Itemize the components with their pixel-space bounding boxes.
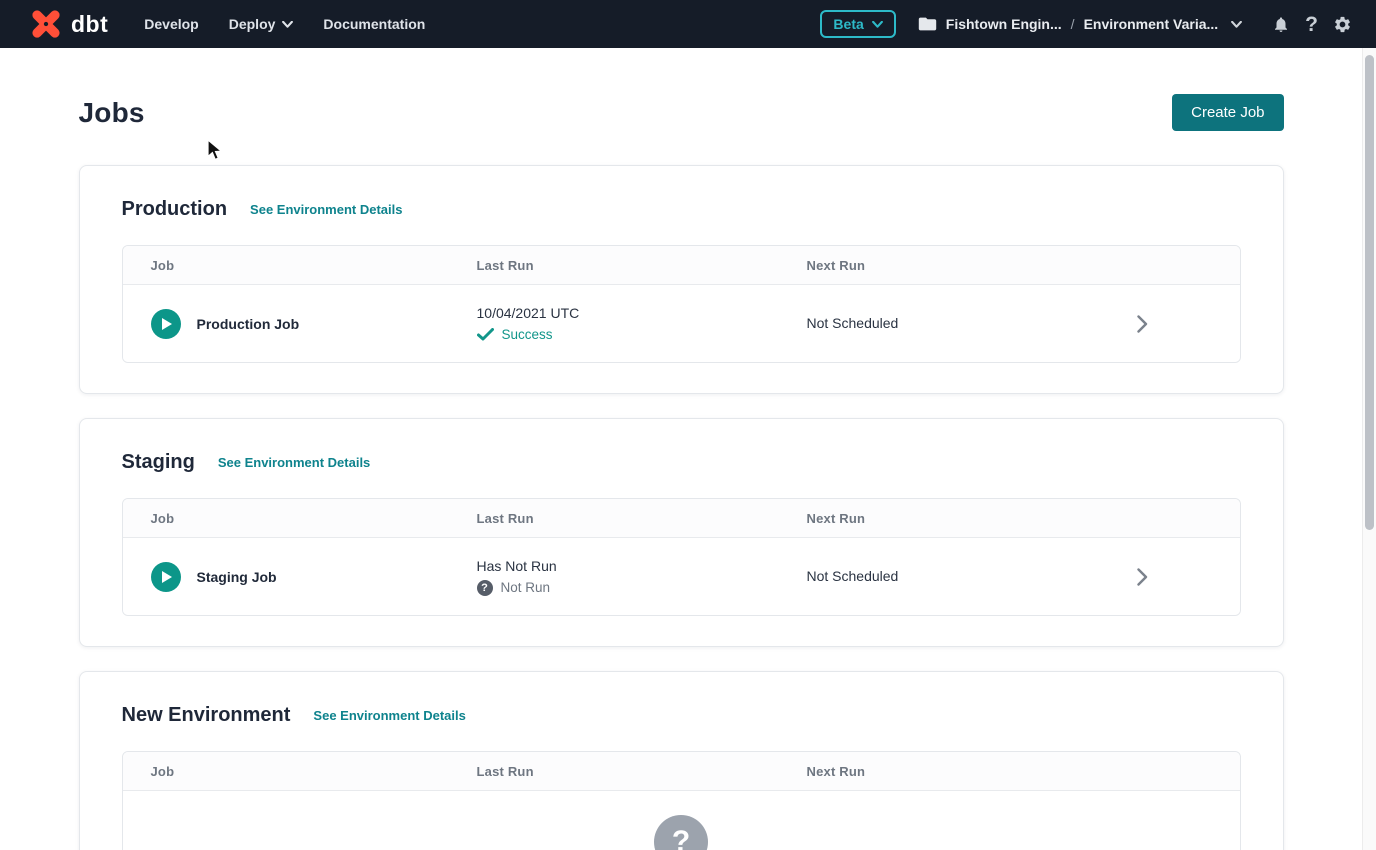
job-name: Production Job <box>197 316 300 332</box>
column-header-job: Job <box>123 764 477 779</box>
main-content: Jobs Create Job Production See Environme… <box>0 48 1362 850</box>
breadcrumb-current: Environment Varia... <box>1084 16 1219 32</box>
nav-develop-label: Develop <box>144 16 198 32</box>
status-badge: Success <box>502 327 553 342</box>
table-header-row: Job Last Run Next Run <box>123 752 1240 791</box>
last-run-date: 10/04/2021 UTC <box>477 305 807 321</box>
dbt-brand[interactable]: dbt <box>28 6 108 42</box>
column-header-next-run: Next Run <box>807 511 1045 526</box>
status-badge: Not Run <box>501 580 551 595</box>
nav-deploy[interactable]: Deploy <box>229 16 294 32</box>
next-run-value: Not Scheduled <box>807 568 899 584</box>
beta-dropdown[interactable]: Beta <box>820 10 895 38</box>
nav-documentation[interactable]: Documentation <box>323 16 425 32</box>
question-circle-icon: ? <box>477 580 493 596</box>
run-job-button[interactable] <box>151 562 181 592</box>
main-navigation: Develop Deploy Documentation <box>144 16 425 32</box>
job-row-staging-job[interactable]: Staging Job Has Not Run ? Not Run Not Sc… <box>123 538 1240 615</box>
beta-label: Beta <box>833 16 863 32</box>
topbar-icons: ? <box>1272 14 1352 35</box>
brand-name: dbt <box>71 11 108 38</box>
check-icon <box>477 328 494 341</box>
create-job-button[interactable]: Create Job <box>1172 94 1283 131</box>
jobs-table: Job Last Run Next Run Production Job 10/… <box>122 245 1241 363</box>
environment-card-production: Production See Environment Details Job L… <box>79 165 1284 394</box>
environment-name: Production <box>122 198 228 221</box>
see-environment-details-link[interactable]: See Environment Details <box>313 708 465 723</box>
column-header-next-run: Next Run <box>807 764 1045 779</box>
folder-icon <box>918 16 937 32</box>
breadcrumb[interactable]: Fishtown Engin... / Environment Varia... <box>918 16 1242 32</box>
scrollbar-thumb[interactable] <box>1365 55 1374 530</box>
empty-state: ? <box>123 791 1240 850</box>
environment-card-staging: Staging See Environment Details Job Last… <box>79 418 1284 647</box>
column-header-last-run: Last Run <box>477 511 807 526</box>
column-header-next-run: Next Run <box>807 258 1045 273</box>
column-header-last-run: Last Run <box>477 764 807 779</box>
environment-card-new-environment: New Environment See Environment Details … <box>79 671 1284 850</box>
jobs-table: Job Last Run Next Run Staging Job Has No… <box>122 498 1241 616</box>
settings-button[interactable] <box>1333 15 1352 34</box>
topbar-right: Beta Fishtown Engin... / Environment Var… <box>820 10 1352 38</box>
column-header-job: Job <box>123 511 477 526</box>
help-button[interactable]: ? <box>1305 14 1318 35</box>
nav-documentation-label: Documentation <box>323 16 425 32</box>
chevron-right-icon[interactable] <box>1137 315 1148 333</box>
job-row-production-job[interactable]: Production Job 10/04/2021 UTC Success No… <box>123 285 1240 362</box>
last-run-date: Has Not Run <box>477 558 807 574</box>
breadcrumb-separator: / <box>1071 16 1075 32</box>
top-navbar: dbt Develop Deploy Documentation Beta Fi… <box>0 0 1376 48</box>
run-job-button[interactable] <box>151 309 181 339</box>
question-mark-icon: ? <box>1305 14 1318 35</box>
see-environment-details-link[interactable]: See Environment Details <box>218 455 370 470</box>
breadcrumb-account: Fishtown Engin... <box>946 16 1062 32</box>
jobs-table: Job Last Run Next Run ? <box>122 751 1241 850</box>
column-header-last-run: Last Run <box>477 258 807 273</box>
column-header-job: Job <box>123 258 477 273</box>
nav-deploy-label: Deploy <box>229 16 276 32</box>
environment-name: New Environment <box>122 704 291 727</box>
gear-icon <box>1333 15 1352 34</box>
environment-name: Staging <box>122 451 195 474</box>
chevron-down-icon <box>282 21 293 28</box>
table-header-row: Job Last Run Next Run <box>123 246 1240 285</box>
page-header: Jobs Create Job <box>79 94 1284 131</box>
question-circle-icon: ? <box>654 815 708 850</box>
notifications-button[interactable] <box>1272 15 1290 34</box>
play-icon <box>162 571 172 583</box>
next-run-value: Not Scheduled <box>807 315 899 331</box>
table-header-row: Job Last Run Next Run <box>123 499 1240 538</box>
page-title: Jobs <box>79 97 145 129</box>
chevron-down-icon <box>872 21 883 28</box>
job-name: Staging Job <box>197 569 277 585</box>
dbt-logo-icon <box>28 6 64 42</box>
play-icon <box>162 318 172 330</box>
see-environment-details-link[interactable]: See Environment Details <box>250 202 402 217</box>
scrollbar-track[interactable] <box>1362 48 1376 850</box>
bell-icon <box>1272 15 1290 34</box>
chevron-down-icon <box>1231 21 1242 28</box>
chevron-right-icon[interactable] <box>1137 568 1148 586</box>
nav-develop[interactable]: Develop <box>144 16 198 32</box>
